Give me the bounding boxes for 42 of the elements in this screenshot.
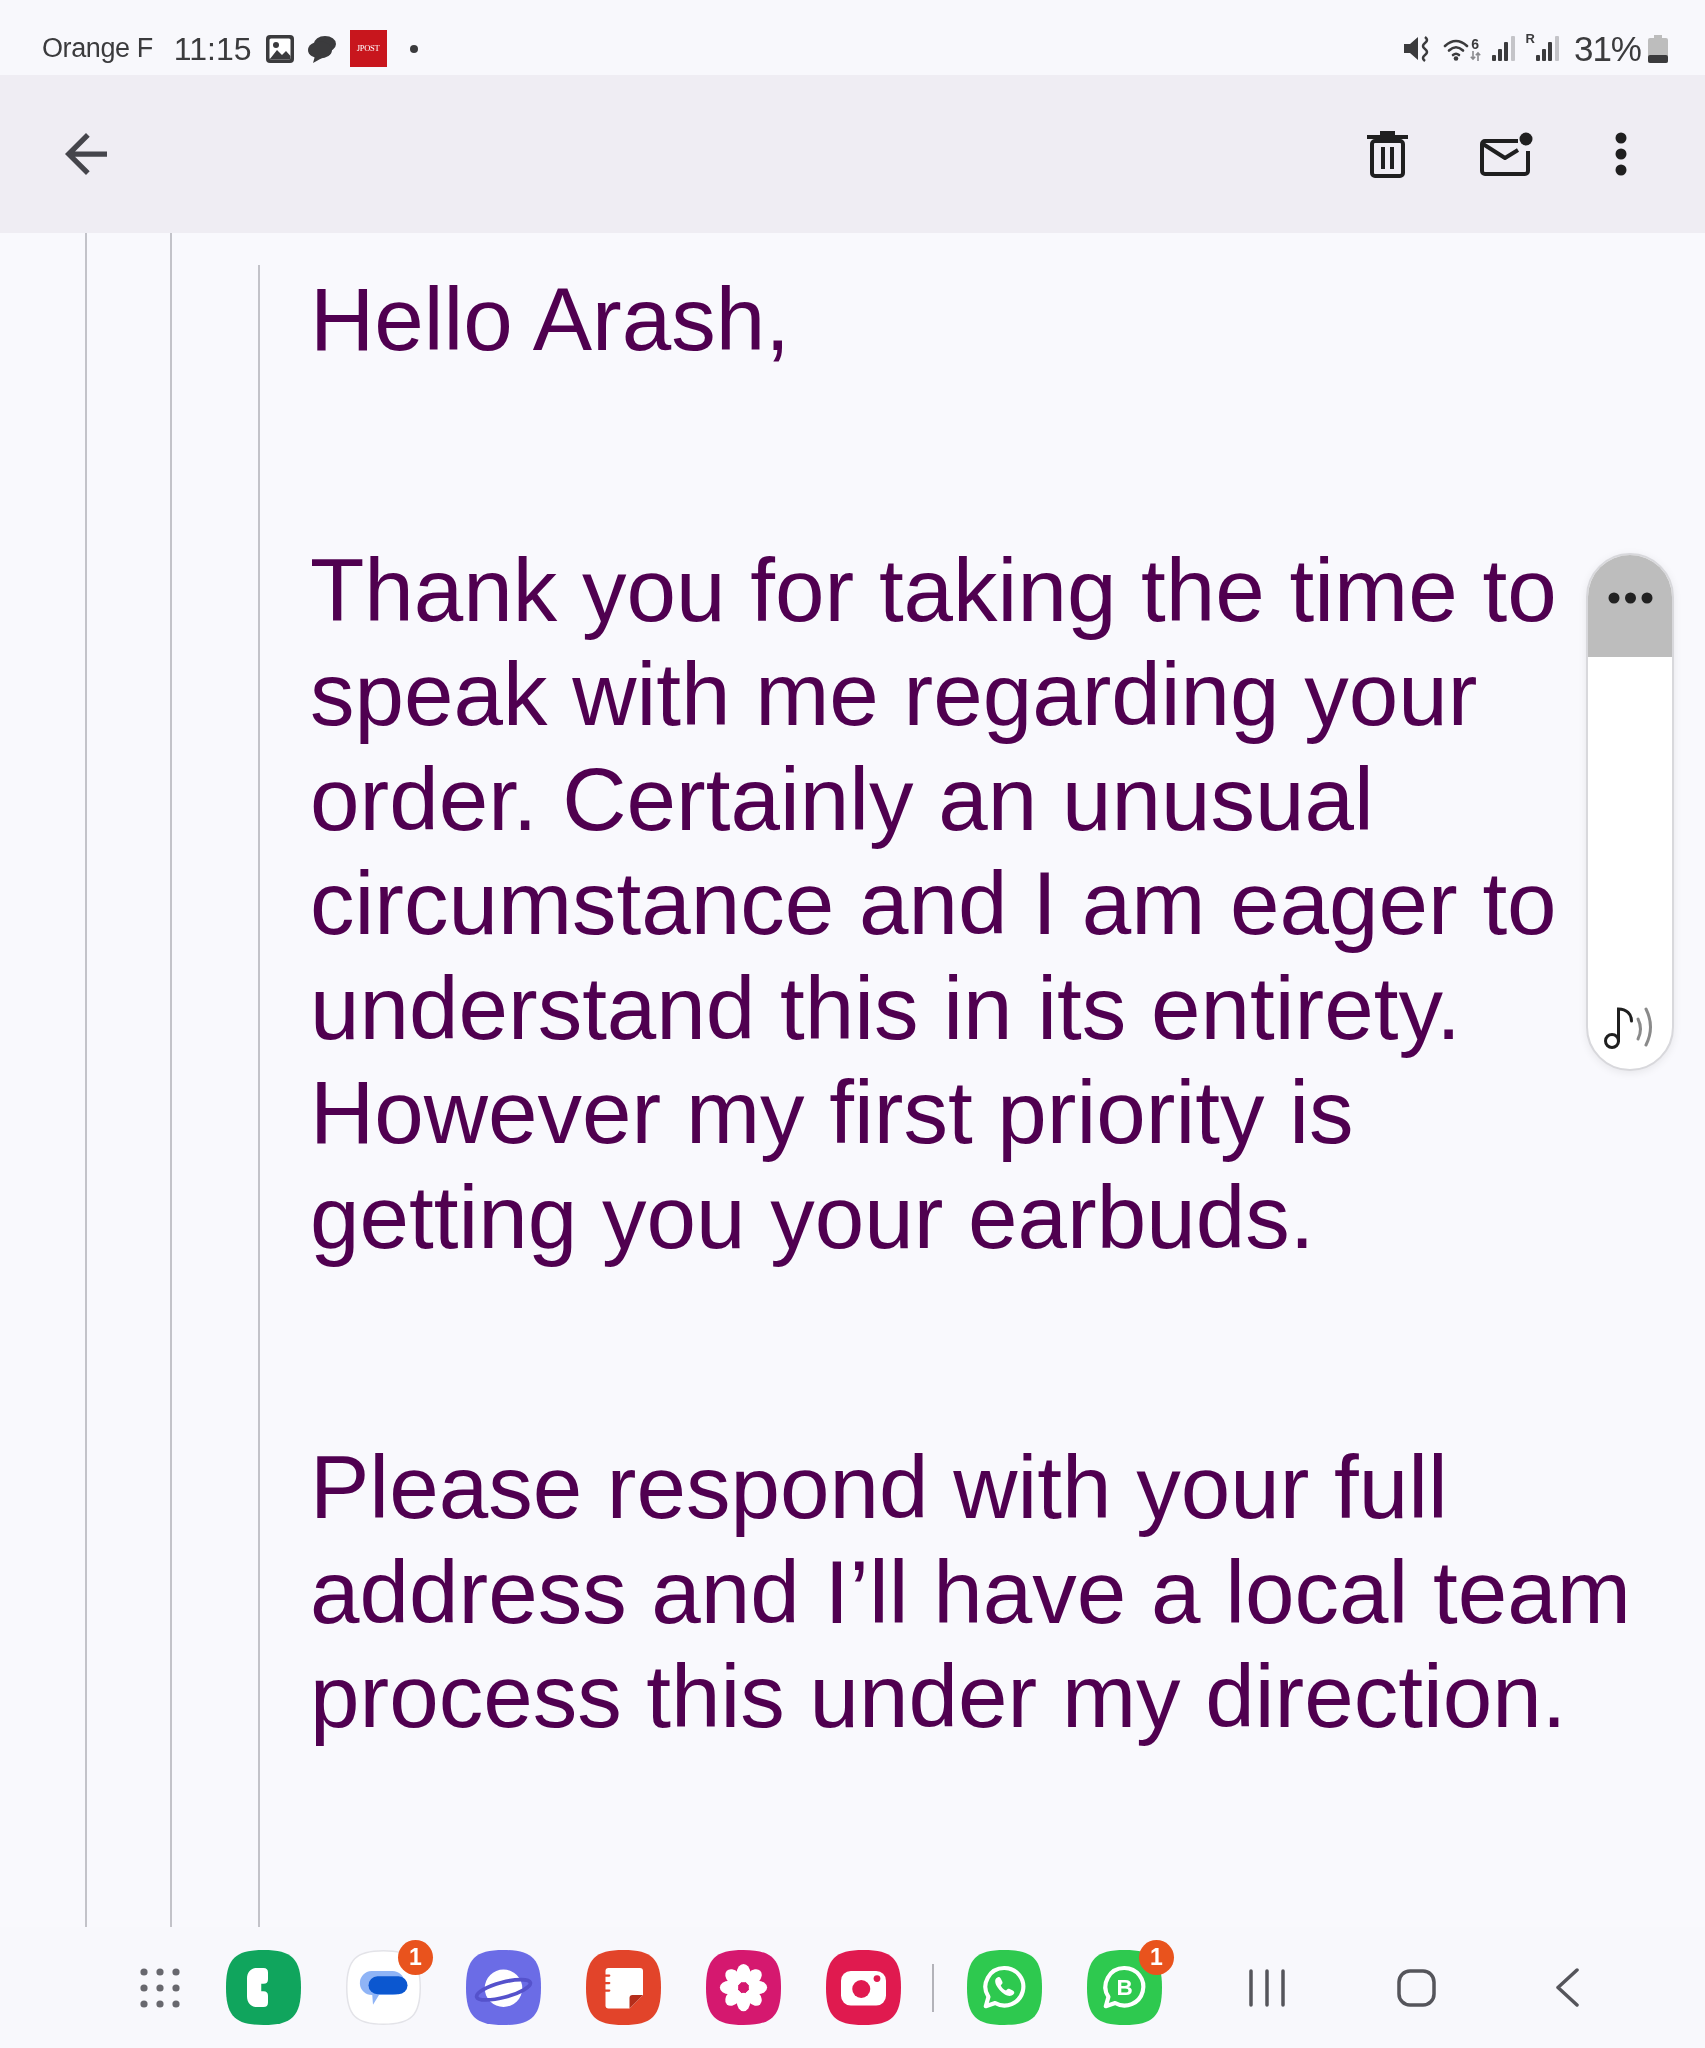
flower-app-icon[interactable] (706, 1950, 781, 2025)
signal-icon (1491, 36, 1515, 61)
phone-app-icon[interactable] (226, 1950, 301, 2025)
carrier-name: Orange F (42, 35, 153, 62)
more-options-button[interactable] (1615, 132, 1627, 176)
trash-icon (1367, 130, 1408, 178)
mark-unread-button[interactable] (1480, 132, 1533, 176)
image-icon (265, 34, 294, 63)
greeting-text: Hello Arash, (310, 268, 790, 371)
more-icon (1607, 592, 1653, 604)
home-button[interactable] (1397, 1968, 1436, 2007)
mail-icon (1480, 132, 1533, 176)
signal-icon (1535, 36, 1559, 61)
clock-time: 11:15 (173, 32, 252, 65)
app-drawer-button[interactable] (140, 1967, 180, 2008)
recent-apps-button[interactable] (1249, 1968, 1285, 2007)
camera-app-icon[interactable] (826, 1950, 901, 2025)
recent-apps-icon (1249, 1968, 1285, 2007)
notification-count-badge: 1 (398, 1940, 433, 1975)
internet-app-icon[interactable] (466, 1950, 541, 2025)
delete-button[interactable] (1367, 130, 1408, 178)
notes-app-icon[interactable] (586, 1950, 661, 2025)
back-button[interactable] (65, 133, 107, 175)
chat-bubbles-icon (306, 34, 337, 63)
data-arrows-icon (1469, 50, 1481, 61)
notification-app-logo: JPOST (349, 30, 387, 67)
message-paragraph: Please respond with your full address and I’ll have a local team process this under my direction. (310, 1436, 1631, 1748)
message-paragraph: Thank you for taking the time to speak with me regarding your order. Certainly an unusual circumstance and I am eager to understand this in its entirety. However my first priority is getting you your earbuds. (310, 538, 1557, 1269)
messages-app-icon[interactable] (346, 1950, 421, 2025)
back-icon (1556, 1968, 1579, 2007)
more-icon (1615, 132, 1627, 176)
grid-icon (140, 1967, 180, 2008)
back-arrow-icon (65, 133, 107, 175)
home-icon (1397, 1968, 1436, 2007)
battery-icon (1648, 34, 1668, 63)
notification-count-badge: 1 (1139, 1940, 1174, 1975)
panel-menu-button[interactable] (1588, 555, 1672, 657)
notification-dot-icon (409, 44, 418, 53)
roaming-label: R (1525, 32, 1535, 45)
back-nav-button[interactable] (1556, 1968, 1579, 2007)
wifi-standard-label: 6 (1471, 36, 1479, 51)
battery-percentage: 31% (1573, 31, 1641, 66)
